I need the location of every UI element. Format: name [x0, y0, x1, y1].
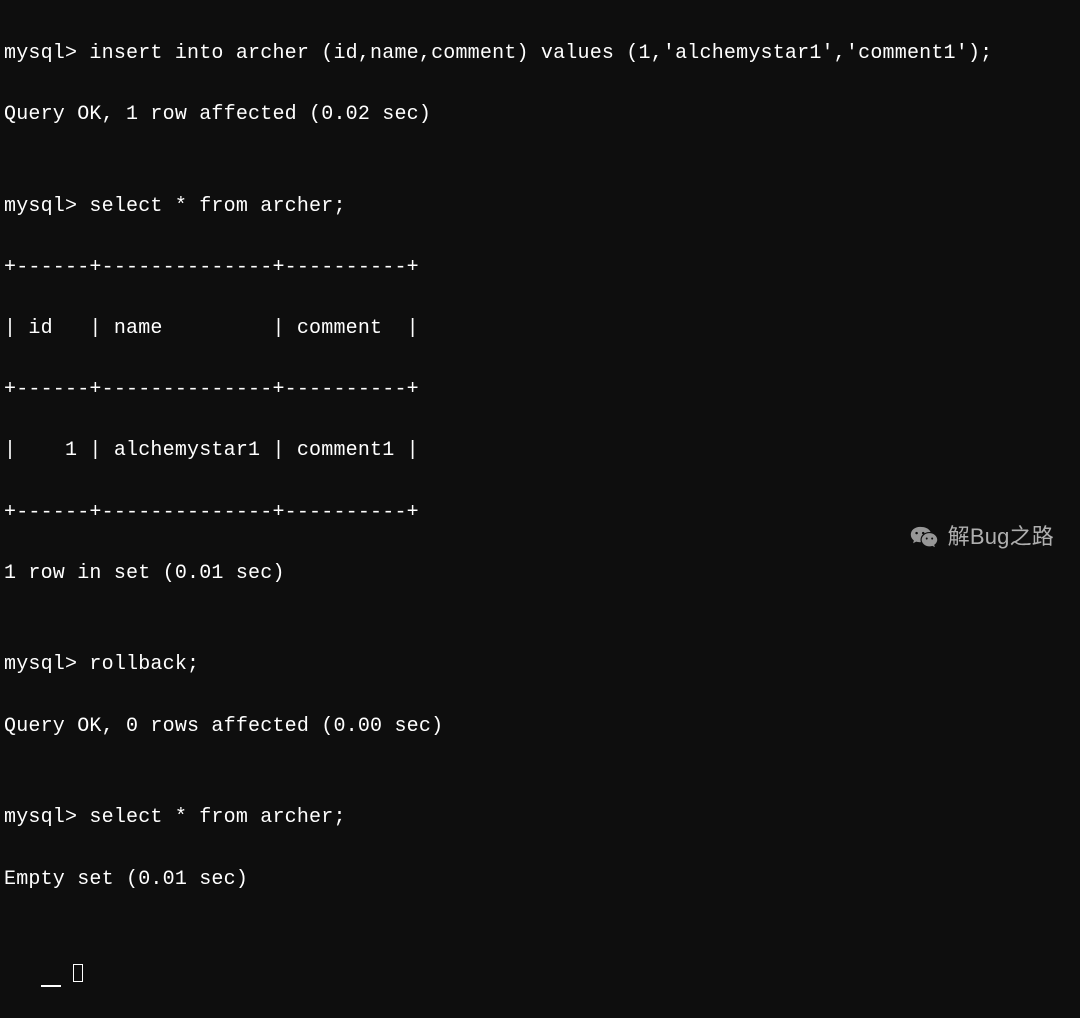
terminal-line: +------+--------------+----------+	[4, 253, 1076, 284]
cursor-block-icon	[73, 964, 83, 982]
terminal-line: | id | name | comment |	[4, 314, 1076, 345]
terminal-line: mysql> select * from archer;	[4, 192, 1076, 223]
terminal-line: Query OK, 1 row affected (0.02 sec)	[4, 100, 1076, 131]
terminal-line: Empty set (0.01 sec)	[4, 865, 1076, 896]
watermark: 解Bug之路	[910, 520, 1054, 554]
terminal-line: mysql> insert into archer (id,name,comme…	[4, 39, 1076, 70]
terminal-line: Query OK, 0 rows affected (0.00 sec)	[4, 712, 1076, 743]
terminal-output[interactable]: mysql> insert into archer (id,name,comme…	[4, 8, 1076, 1018]
wechat-icon	[910, 523, 938, 551]
terminal-cursor-line[interactable]	[4, 956, 1076, 987]
terminal-line: mysql> rollback;	[4, 650, 1076, 681]
terminal-line: | 1 | alchemystar1 | comment1 |	[4, 436, 1076, 467]
cursor-underscore-icon	[41, 985, 61, 987]
terminal-line: mysql> select * from archer;	[4, 803, 1076, 834]
terminal-line: 1 row in set (0.01 sec)	[4, 559, 1076, 590]
terminal-line: +------+--------------+----------+	[4, 375, 1076, 406]
watermark-text: 解Bug之路	[948, 520, 1054, 554]
